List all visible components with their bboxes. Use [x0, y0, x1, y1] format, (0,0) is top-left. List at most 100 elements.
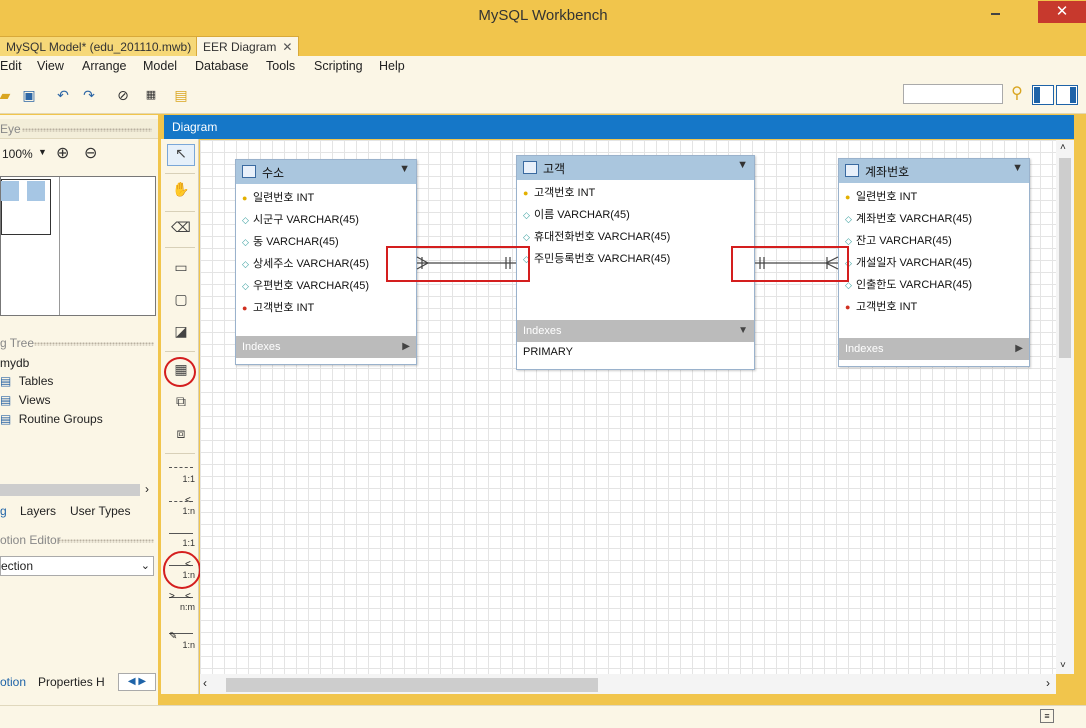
pointer-tool-icon[interactable]: ↖ [167, 144, 195, 166]
view-tool-icon[interactable]: ⧉ [167, 393, 195, 415]
eraser-tool-icon[interactable]: ⌫ [167, 219, 195, 241]
birds-eye-header: Eye [0, 119, 158, 139]
new-document-icon[interactable]: ▤ [172, 86, 190, 104]
mini-table [1, 181, 19, 201]
crowfoot-icon: > [169, 591, 175, 602]
menu-database[interactable]: Database [195, 59, 249, 73]
left-tabs: g Layers User Types [0, 500, 158, 524]
highlight-circle-table-tool [164, 357, 196, 387]
description-select-value: ection [1, 559, 34, 573]
relationship-lines [416, 256, 839, 270]
menu-view[interactable]: View [37, 59, 64, 73]
description-select[interactable]: ection ⌄ [0, 556, 154, 576]
undo-icon[interactable]: ↶ [54, 86, 72, 104]
tree-item-views-label: Views [18, 393, 51, 407]
hand-tool-icon[interactable]: ✋ [167, 181, 195, 203]
diagram-header: Diagram [164, 115, 1074, 139]
menu-edit[interactable]: Edit [0, 59, 22, 73]
description-editor-header: otion Editor [0, 530, 158, 550]
title-bar: MySQL Workbench ✕ [0, 0, 1086, 34]
tab-history[interactable]: H [96, 675, 105, 689]
zoom-out-icon[interactable]: ⊖ [84, 143, 97, 163]
zoom-in-icon[interactable]: ⊕ [56, 143, 69, 163]
vertical-scroll-thumb[interactable] [1059, 158, 1071, 358]
status-bar: ≡ [0, 705, 1086, 728]
image-tool-icon[interactable]: ◪ [167, 323, 195, 345]
chevron-down-icon: ⌄ [140, 560, 150, 572]
tab-description[interactable]: otion [0, 675, 26, 689]
scroll-right-icon[interactable]: › [145, 482, 149, 496]
folder-icon: ▤ [0, 374, 12, 388]
tab-layers[interactable]: Layers [20, 504, 56, 518]
tree-schema[interactable]: mydb [0, 356, 29, 370]
tab-eer-diagram-label: EER Diagram [203, 40, 277, 54]
rel-label: 1:1 [182, 474, 195, 484]
menu-tools[interactable]: Tools [266, 59, 295, 73]
tab-model[interactable]: MySQL Model* (edu_201110.mwb)✕ [0, 36, 215, 56]
tree-item-tables-label: Tables [18, 374, 54, 388]
relationship-1-1-nonidentifying-icon[interactable] [169, 467, 193, 468]
tab-properties[interactable]: Properties [38, 675, 93, 689]
mini-table [27, 181, 45, 201]
scroll-left-icon[interactable]: ‹ [203, 676, 207, 690]
menu-arrange[interactable]: Arrange [82, 59, 126, 73]
scroll-up-icon[interactable]: ˄ [1060, 142, 1066, 153]
layer-tool-icon[interactable]: ▭ [167, 259, 195, 281]
scroll-down-icon[interactable]: ˅ [1060, 660, 1066, 671]
menu-help[interactable]: Help [379, 59, 405, 73]
layout-right-sidebar-icon[interactable] [1056, 85, 1078, 105]
tool-palette: ↖ ✋ ⌫ ▭ ▢ ◪ ▦ ⧉ ⧈ 1:1 < 1:n 1:1 < 1:n > … [161, 139, 199, 694]
open-folder-icon[interactable]: ▰ [0, 86, 14, 104]
tree-item-views[interactable]: ▤ Views [0, 393, 150, 407]
rel-label: 1:n [182, 640, 195, 650]
zoom-dropdown-icon[interactable]: ▼ [38, 147, 47, 157]
window-title: MySQL Workbench [478, 7, 608, 24]
document-tab-bar: MySQL Model* (edu_201110.mwb)✕ EER Diagr… [0, 34, 1086, 56]
crowfoot-icon: < [185, 591, 191, 602]
highlight-box-relationship-right [731, 246, 849, 282]
close-window-button[interactable]: ✕ [1038, 1, 1086, 23]
page-divider [59, 177, 60, 315]
note-tool-icon[interactable]: ▢ [167, 291, 195, 313]
tree-hscrollbar[interactable] [0, 484, 140, 496]
tab-user-types[interactable]: User Types [70, 504, 130, 518]
scroll-right-icon[interactable]: › [1046, 676, 1050, 690]
zoom-value[interactable]: 100% [2, 147, 33, 161]
horizontal-scroll-thumb[interactable] [226, 678, 598, 692]
tree-item-tables[interactable]: ▤ Tables [0, 374, 150, 388]
tab-eer-diagram-close-icon[interactable]: ✕ [282, 40, 292, 54]
highlight-circle-relationship-tool [163, 551, 201, 589]
menu-bar: Edit View Arrange Model Database Tools S… [0, 56, 1086, 78]
output-toggle-icon[interactable]: ≡ [1040, 709, 1054, 723]
highlight-box-relationship-left [386, 246, 530, 282]
menu-scripting[interactable]: Scripting [314, 59, 363, 73]
description-editor-title: otion Editor [0, 533, 61, 547]
birds-eye-view[interactable] [0, 176, 156, 316]
tree-item-routine-groups-label: Routine Groups [18, 412, 103, 426]
align-grid-icon[interactable]: ▦ [142, 86, 160, 104]
menu-model[interactable]: Model [143, 59, 177, 73]
layout-left-sidebar-icon[interactable] [1032, 85, 1054, 105]
relationship-1-1-identifying-icon[interactable] [169, 533, 193, 534]
search-input[interactable] [903, 84, 1003, 104]
zoom-bar: 100% ▼ ⊕ ⊖ [0, 143, 158, 167]
toggle-grid-icon[interactable]: ⊘ [114, 86, 132, 104]
routine-group-tool-icon[interactable]: ⧈ [167, 425, 195, 447]
catalog-tree-header: g Tree [0, 333, 158, 353]
folder-icon: ▤ [0, 393, 12, 407]
search-icon[interactable]: ⚲ [1008, 85, 1026, 103]
tab-catalog[interactable]: g [0, 504, 7, 518]
minimize-button[interactable] [986, 6, 1006, 20]
tab-eer-diagram[interactable]: EER Diagram ✕ [196, 36, 300, 56]
save-icon[interactable]: ▣ [20, 86, 38, 104]
birds-eye-title: Eye [0, 122, 21, 136]
catalog-tree-title: g Tree [0, 336, 35, 350]
tab-scroll-arrows-icon[interactable]: ◀ ▶ [118, 673, 156, 691]
rel-label: n:m [179, 602, 195, 612]
tab-model-label: MySQL Model* (edu_201110.mwb) [6, 40, 192, 54]
redo-icon[interactable]: ↷ [80, 86, 98, 104]
rel-label: 1:n [182, 506, 195, 516]
bottom-tabs: otion Properties H ◀ ▶ [0, 671, 158, 694]
tree-item-routine-groups[interactable]: ▤ Routine Groups [0, 412, 150, 426]
rel-label: 1:1 [182, 538, 195, 548]
